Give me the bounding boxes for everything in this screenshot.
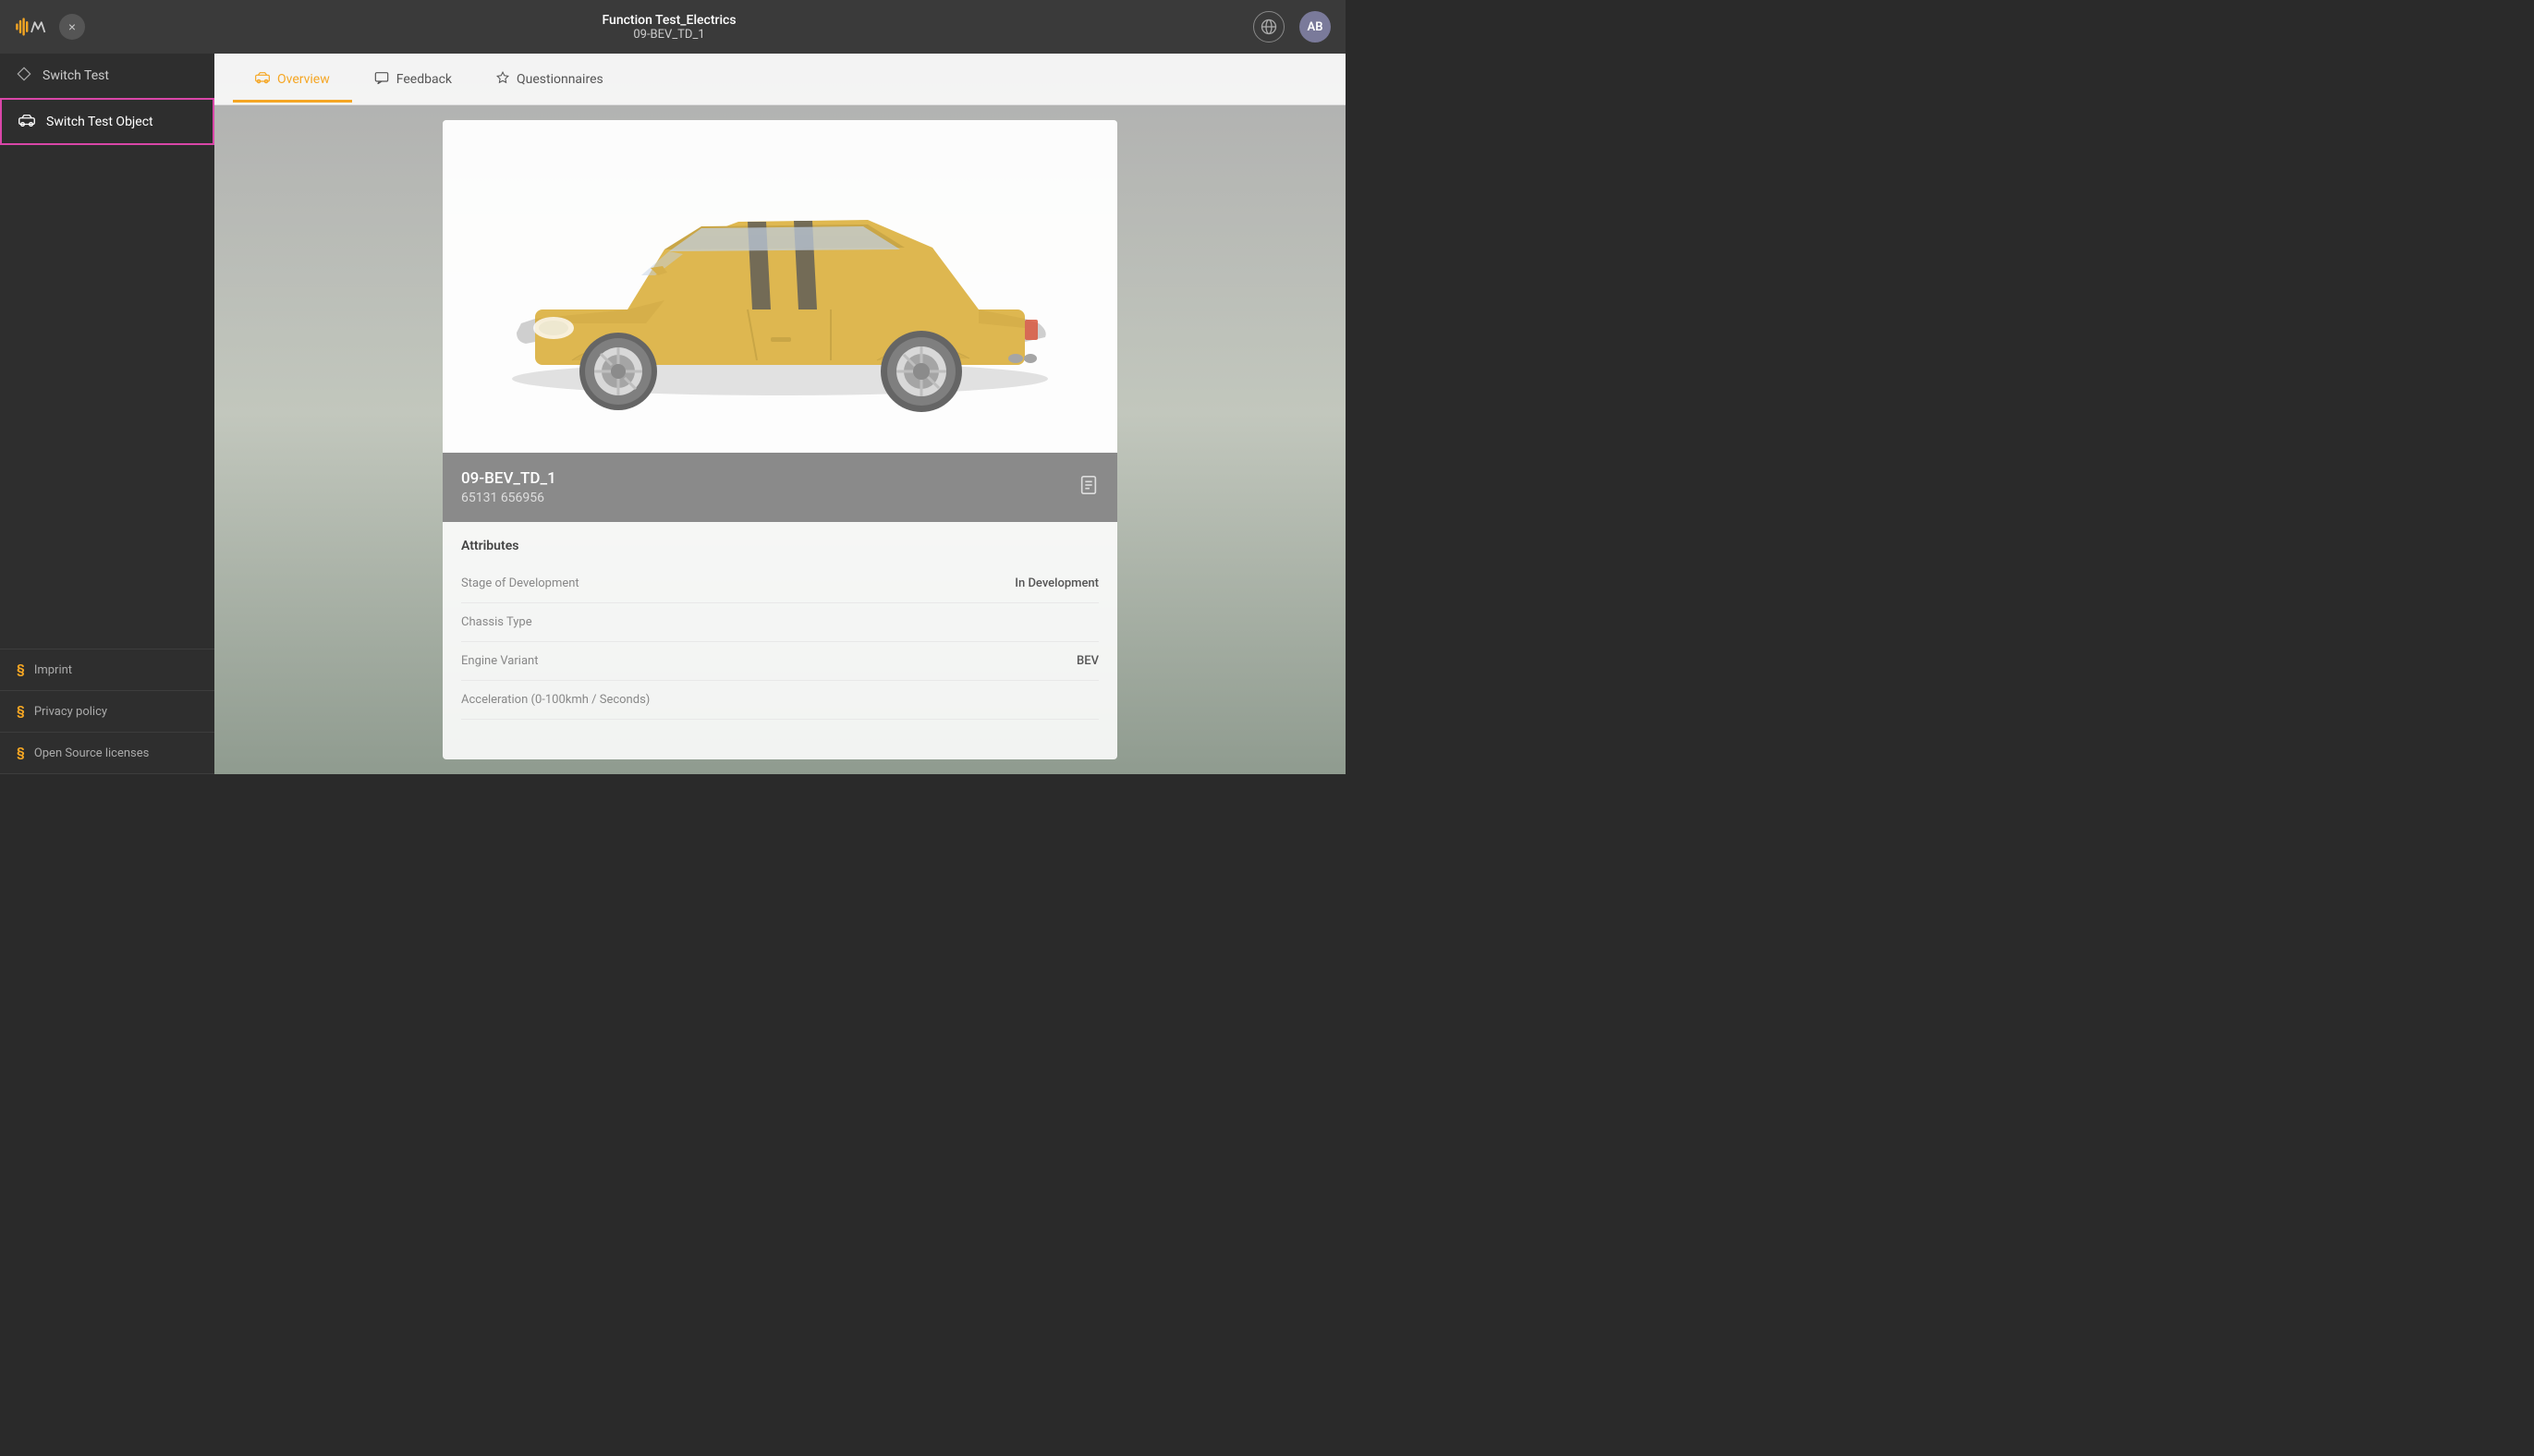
vehicle-info-bar: 09-BEV_TD_1 65131 656956: [443, 453, 1117, 522]
panel-card: 09-BEV_TD_1 65131 656956 Attrib: [443, 120, 1117, 759]
tab-overview-label: Overview: [277, 72, 330, 87]
top-bar-right: AB: [1253, 11, 1331, 42]
document-icon[interactable]: [1078, 475, 1099, 500]
top-bar-center: Function Test_Electrics 09-BEV_TD_1: [602, 13, 736, 42]
vehicle-info-text: 09-BEV_TD_1 65131 656956: [461, 469, 556, 505]
sidebar-footer-imprint[interactable]: § Imprint: [0, 649, 214, 691]
app-logo: [15, 14, 48, 40]
attribute-row-acceleration: Acceleration (0-100kmh / Seconds): [461, 681, 1099, 720]
attributes-title: Attributes: [461, 539, 1099, 553]
opensource-label: Open Source licenses: [34, 746, 150, 760]
vehicle-number: 65131 656956: [461, 491, 556, 505]
user-avatar[interactable]: AB: [1299, 11, 1331, 42]
sidebar-footer-privacy[interactable]: § Privacy policy: [0, 691, 214, 733]
attribute-label-stage: Stage of Development: [461, 576, 579, 590]
tab-feedback[interactable]: Feedback: [352, 56, 474, 103]
close-button[interactable]: ×: [59, 14, 85, 40]
feedback-tab-icon: [374, 71, 389, 88]
attributes-section: Attributes Stage of Development In Devel…: [443, 522, 1117, 727]
questionnaires-tab-icon: [496, 71, 509, 88]
sidebar-item-switch-test-label: Switch Test: [43, 68, 109, 83]
vehicle-id: 09-BEV_TD_1: [461, 469, 556, 488]
privacy-label: Privacy policy: [34, 705, 107, 719]
tab-feedback-label: Feedback: [396, 72, 452, 87]
sidebar-footer-opensource[interactable]: § Open Source licenses: [0, 733, 214, 774]
diamond-icon: [17, 67, 31, 85]
tab-questionnaires[interactable]: Questionnaires: [474, 56, 626, 103]
car-image-container: [443, 120, 1117, 453]
sidebar-item-switch-test-object[interactable]: Switch Test Object: [0, 98, 214, 145]
attribute-row-chassis: Chassis Type: [461, 603, 1099, 642]
sidebar-nav: Switch Test Switch Test Object: [0, 54, 214, 649]
sidebar-item-switch-test-object-label: Switch Test Object: [46, 115, 153, 129]
overview-tab-icon: [255, 71, 270, 88]
imprint-label: Imprint: [34, 663, 72, 677]
tab-questionnaires-label: Questionnaires: [517, 72, 603, 87]
car-illustration: [480, 139, 1080, 434]
section-icon-privacy: §: [17, 704, 25, 719]
app-title: Function Test_Electrics: [602, 13, 736, 28]
attribute-label-chassis: Chassis Type: [461, 615, 532, 629]
sidebar-footer: § Imprint § Privacy policy § Open Source…: [0, 649, 214, 774]
top-bar: × Function Test_Electrics 09-BEV_TD_1 AB: [0, 0, 1346, 54]
section-icon-opensource: §: [17, 746, 25, 760]
main-panel: 09-BEV_TD_1 65131 656956 Attrib: [214, 105, 1346, 774]
car-icon: [18, 113, 35, 130]
content-area: Overview Feedback Questionnaires: [214, 54, 1346, 774]
section-icon-imprint: §: [17, 662, 25, 677]
attribute-label-acceleration: Acceleration (0-100kmh / Seconds): [461, 693, 650, 707]
language-button[interactable]: [1253, 11, 1285, 42]
attribute-value-engine: BEV: [1077, 654, 1099, 668]
top-bar-left: ×: [15, 14, 85, 40]
attribute-value-stage: In Development: [1015, 576, 1099, 590]
tab-overview[interactable]: Overview: [233, 56, 352, 103]
tab-bar: Overview Feedback Questionnaires: [214, 54, 1346, 105]
attribute-row-stage: Stage of Development In Development: [461, 564, 1099, 603]
main-layout: Switch Test Switch Test Object § Imprint: [0, 54, 1346, 774]
sidebar: Switch Test Switch Test Object § Imprint: [0, 54, 214, 774]
attribute-row-engine: Engine Variant BEV: [461, 642, 1099, 681]
app-subtitle: 09-BEV_TD_1: [602, 28, 736, 42]
sidebar-item-switch-test[interactable]: Switch Test: [0, 54, 214, 98]
attribute-label-engine: Engine Variant: [461, 654, 538, 668]
